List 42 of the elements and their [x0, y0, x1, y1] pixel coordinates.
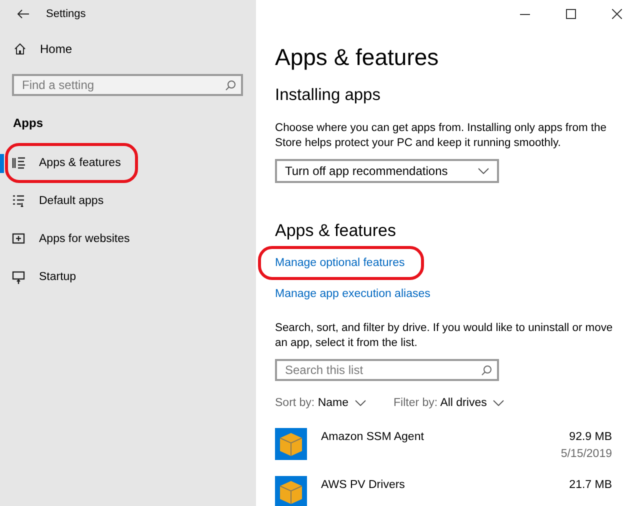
section-heading: Installing apps — [275, 86, 382, 105]
app-size: 21.7 MB — [569, 479, 612, 491]
app-name: Amazon SSM Agent — [321, 431, 424, 445]
home-icon — [14, 43, 26, 55]
sort-dropdown[interactable]: Sort by: Name — [275, 397, 366, 409]
home-link[interactable]: Home — [40, 42, 72, 56]
description-text: Search, sort, and filter by drive. If you would like to uninstall or move an app, select it from the list. — [275, 321, 614, 351]
setting-search-field[interactable]: Find a setting — [12, 74, 243, 96]
list-search-field[interactable]: Search this list — [275, 359, 499, 381]
nav-row[interactable]: Default apps — [0, 182, 256, 220]
section-heading: Apps & features — [275, 221, 397, 241]
filter-dropdown[interactable]: Filter by: All drives — [394, 397, 504, 409]
app-name: AWS PV Drivers — [321, 479, 405, 491]
list-icon — [12, 157, 25, 169]
caret-icon — [492, 400, 504, 406]
recommendation-dropdown[interactable]: Turn off app recommendations — [275, 159, 499, 183]
app-box-icon — [275, 476, 307, 506]
caret-icon — [354, 400, 366, 406]
window-title: Settings — [46, 8, 86, 20]
nav-row[interactable]: Apps for websites — [0, 220, 256, 258]
app-size: 92.9 MB — [569, 431, 612, 443]
window-plus-icon — [12, 233, 25, 245]
settings-link[interactable]: Manage optional features — [275, 256, 405, 268]
app-date: 5/15/2019 — [560, 448, 612, 460]
page-title: Apps & features — [275, 44, 440, 71]
search-icon — [481, 365, 492, 376]
nav-item[interactable]: Default apps — [39, 195, 104, 207]
description-text: Choose where you can get apps from. Installing only apps from the Store helps protect your PC and keep it running smoothly. — [275, 121, 608, 151]
nav-item[interactable]: Startup — [39, 271, 76, 283]
back-arrow-icon — [17, 9, 29, 19]
settings-link[interactable]: Manage app execution aliases — [275, 288, 430, 300]
app-box-icon — [275, 428, 307, 460]
section-heading: Apps — [13, 116, 43, 130]
search-icon — [225, 80, 236, 91]
list-arrow-icon — [12, 195, 25, 207]
nav-item[interactable]: Apps for websites — [39, 233, 130, 245]
monitor-icon — [12, 270, 25, 284]
nav-row[interactable]: Startup — [0, 258, 256, 296]
nav-item[interactable]: Apps & features — [39, 157, 121, 169]
caret-icon — [478, 168, 489, 174]
close-icon — [612, 9, 622, 19]
maximize-icon — [566, 9, 576, 19]
